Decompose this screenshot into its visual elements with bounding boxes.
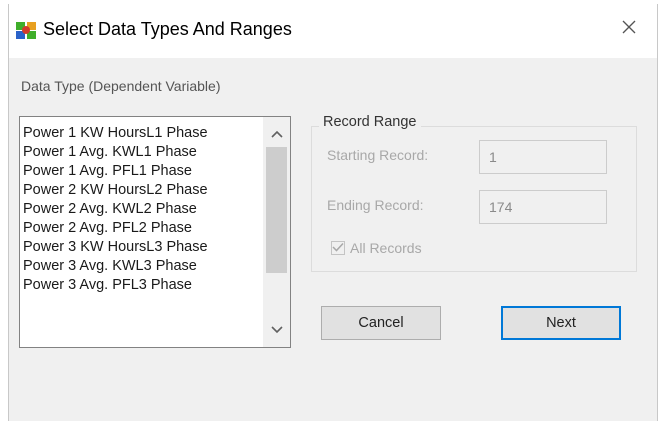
app-icon	[16, 20, 36, 40]
scroll-thumb[interactable]	[266, 147, 287, 273]
next-button[interactable]: Next	[501, 306, 621, 340]
scroll-up-button[interactable]	[263, 121, 290, 147]
all-records-label: All Records	[350, 240, 422, 256]
listbox-scrollbar[interactable]	[263, 117, 290, 347]
list-item[interactable]: Power 2 Avg. PFL2 Phase	[23, 219, 259, 238]
data-type-listbox[interactable]: Power 1 KW HoursL1 Phase Power 1 Avg. KWL…	[19, 116, 291, 348]
list-item[interactable]: Power 2 Avg. KWL2 Phase	[23, 200, 259, 219]
all-records-option[interactable]: All Records	[331, 240, 422, 256]
all-records-checkbox[interactable]	[331, 241, 345, 255]
list-item[interactable]: Power 2 KW HoursL2 Phase	[23, 181, 259, 200]
title-bar[interactable]: Select Data Types And Ranges	[9, 4, 657, 58]
close-icon	[621, 19, 637, 40]
list-item[interactable]: Power 3 Avg. PFL3 Phase	[23, 276, 259, 295]
scroll-down-button[interactable]	[263, 317, 290, 343]
data-type-label: Data Type (Dependent Variable)	[21, 78, 221, 94]
list-item[interactable]: Power 1 KW HoursL1 Phase	[23, 124, 259, 143]
checkmark-icon	[332, 239, 344, 257]
cancel-button[interactable]: Cancel	[321, 306, 441, 340]
dialog-window: Select Data Types And Ranges Data Type (…	[8, 4, 658, 421]
chevron-up-icon	[270, 125, 283, 143]
list-item[interactable]: Power 3 Avg. KWL3 Phase	[23, 257, 259, 276]
window-title: Select Data Types And Ranges	[43, 19, 292, 39]
list-item[interactable]: Power 3 KW HoursL3 Phase	[23, 238, 259, 257]
chevron-down-icon	[270, 321, 283, 339]
starting-record-label: Starting Record:	[327, 147, 429, 163]
starting-record-input[interactable]	[479, 140, 607, 174]
list-item[interactable]: Power 1 Avg. KWL1 Phase	[23, 143, 259, 162]
close-button[interactable]	[609, 12, 649, 46]
list-item[interactable]: Power 1 Avg. PFL1 Phase	[23, 162, 259, 181]
data-type-list: Power 1 KW HoursL1 Phase Power 1 Avg. KWL…	[23, 124, 259, 295]
ending-record-input[interactable]	[479, 190, 607, 224]
record-range-title: Record Range	[319, 114, 421, 130]
ending-record-label: Ending Record:	[327, 197, 424, 213]
